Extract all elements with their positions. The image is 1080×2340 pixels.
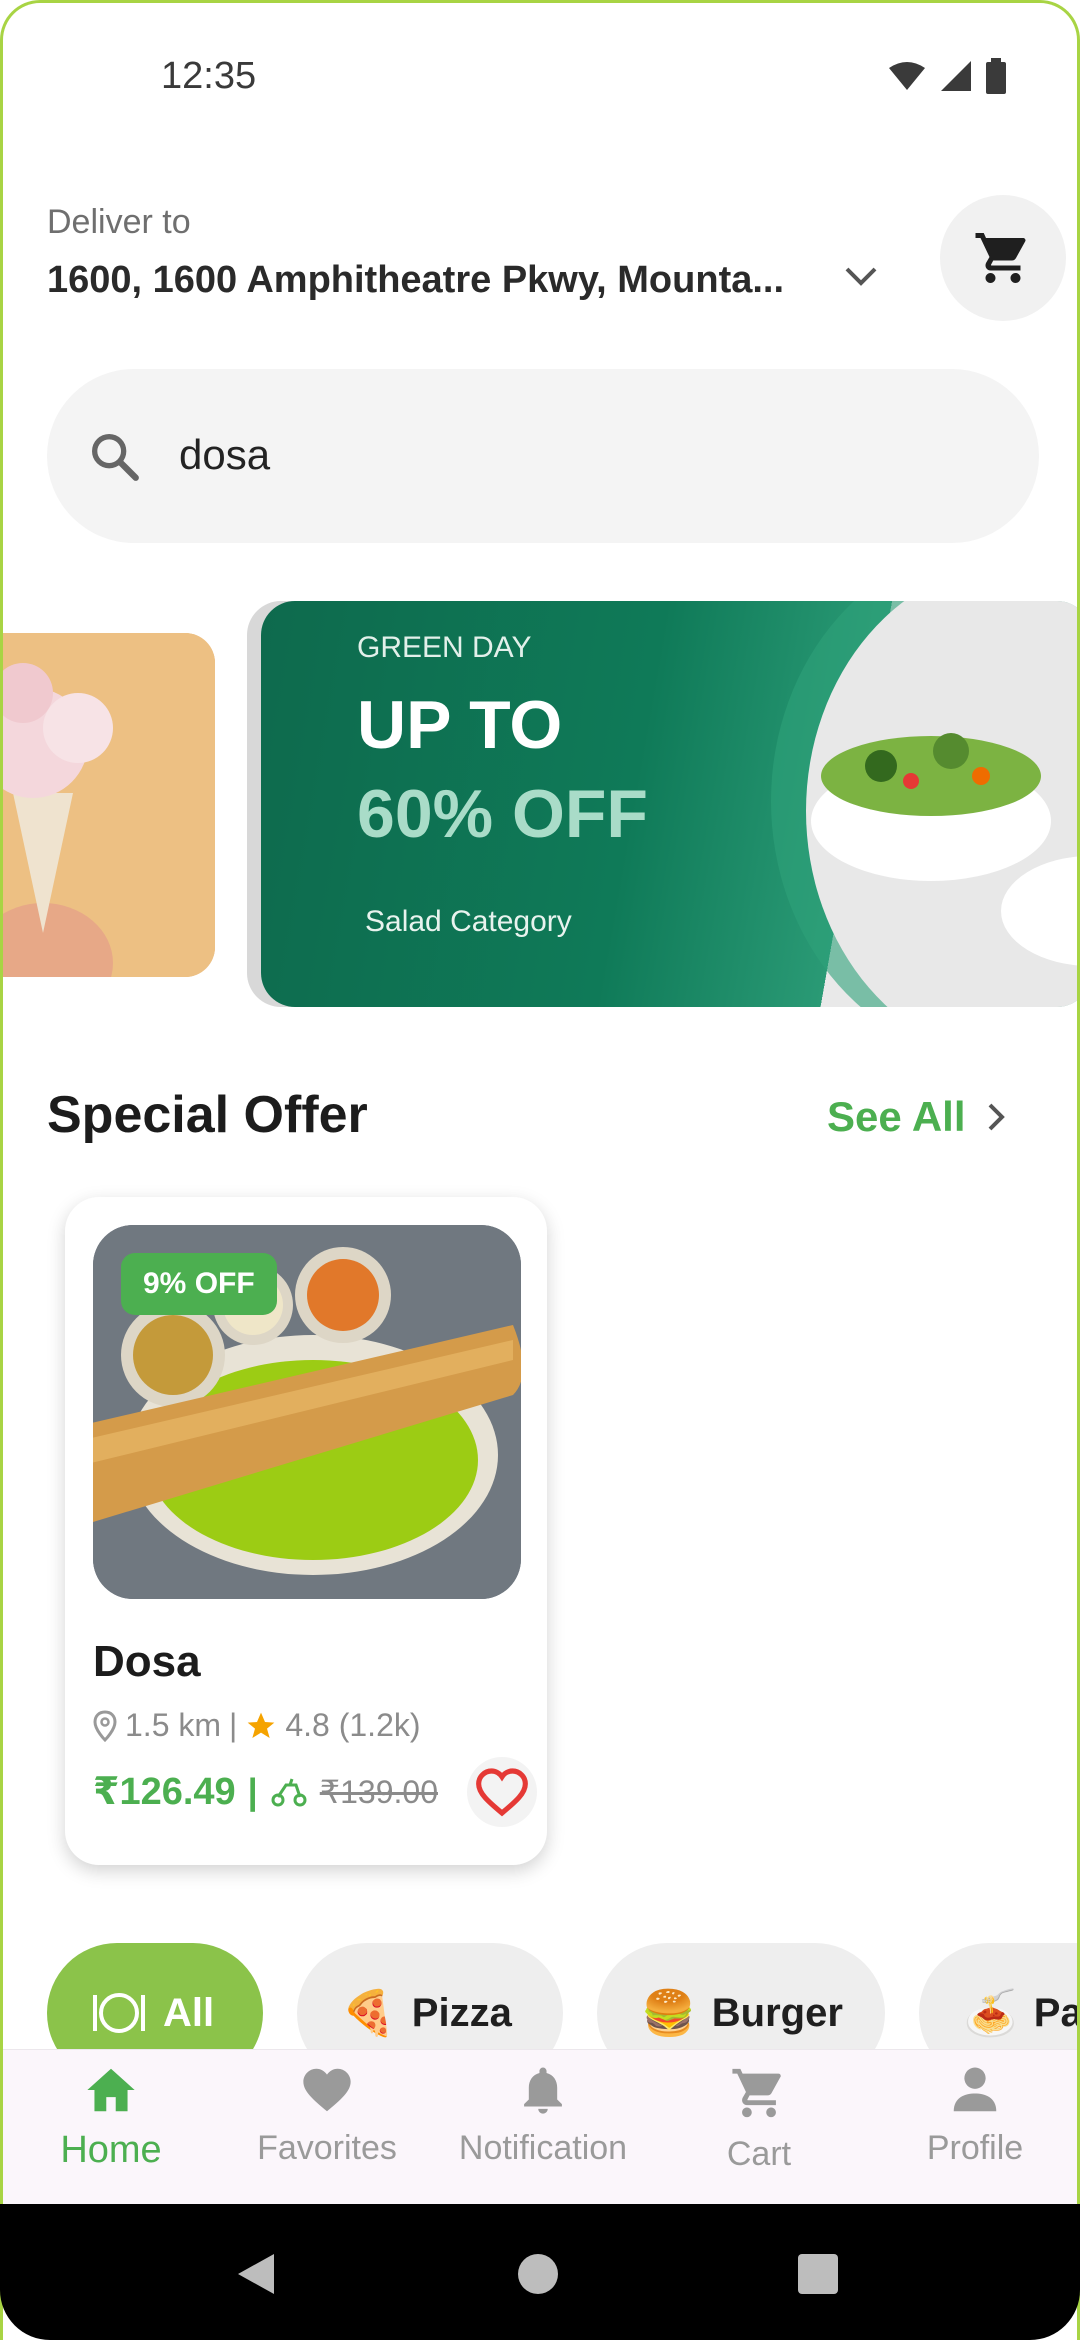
battery-icon <box>986 58 1006 94</box>
pizza-icon: 🍕 <box>341 1989 396 2038</box>
recents-icon[interactable] <box>798 2254 838 2294</box>
star-icon <box>248 1712 275 1738</box>
search-icon <box>92 434 139 481</box>
ice-cream-banner[interactable] <box>3 633 215 977</box>
plate-icon <box>93 1993 145 2033</box>
banner-headline-2: 60% OFF <box>357 776 648 852</box>
promo-banner[interactable]: GREEN DAY UP TO 60% OFF Salad Category <box>261 601 1077 1007</box>
banner-headline-1: UP TO <box>357 687 563 763</box>
chevron-down-icon[interactable] <box>843 265 879 289</box>
nav-profile[interactable]: Profile <box>867 2064 1077 2168</box>
heart-icon <box>303 2068 351 2112</box>
see-all-link[interactable]: See All <box>827 1093 1006 1141</box>
nav-cart[interactable]: Cart <box>651 2064 867 2174</box>
deliver-to-label: Deliver to <box>47 203 191 241</box>
item-distance: 1.5 km <box>125 1707 222 1743</box>
offer-card[interactable]: 9% OFF Dosa 1.5 km | 4.8 (1.2k) ₹126.49 … <box>65 1197 547 1865</box>
nav-home[interactable]: Home <box>3 2064 219 2172</box>
price-row: ₹126.49 | ₹139.00 <box>93 1769 438 1814</box>
chip-label: Pizza <box>411 1990 512 2035</box>
meta-separator: | <box>229 1707 238 1743</box>
cart-icon <box>732 2068 781 2118</box>
discount-badge: 9% OFF <box>121 1253 277 1315</box>
nav-label: Cart <box>726 2135 792 2173</box>
bottom-navigation: Home Favorites Notification Cart Profile <box>3 2049 1077 2208</box>
nav-label: Profile <box>926 2129 1024 2167</box>
status-time: 12:35 <box>161 55 257 97</box>
favorite-button[interactable] <box>467 1757 537 1827</box>
signal-icon <box>941 61 971 91</box>
home-icon <box>87 2068 135 2112</box>
see-all-label: See All <box>827 1093 966 1140</box>
location-pin-icon <box>93 1709 117 1742</box>
delivery-address[interactable]: 1600, 1600 Amphitheatre Pkwy, Mounta... <box>47 259 784 302</box>
section-title: Special Offer <box>47 1086 368 1144</box>
dosa-image: 9% OFF <box>93 1225 521 1599</box>
app-screen: 12:35 Deliver to 1600, 1600 Amphitheatre… <box>0 0 1080 2340</box>
delivery-scooter-icon <box>271 1778 307 1806</box>
item-meta: 1.5 km | 4.8 (1.2k) <box>93 1707 421 1744</box>
heart-outline-icon <box>476 1768 528 1817</box>
chevron-right-icon <box>988 1103 1005 1131</box>
bell-icon <box>524 2067 562 2114</box>
banner-subtitle: Salad Category <box>365 905 572 938</box>
wifi-icon <box>889 62 925 90</box>
pasta-icon: 🍝 <box>963 1989 1018 2038</box>
home-button-icon[interactable] <box>518 2254 558 2294</box>
nav-favorites[interactable]: Favorites <box>219 2064 435 2168</box>
status-icons <box>887 58 1007 94</box>
header-cart-button[interactable] <box>940 195 1066 321</box>
chip-label: All <box>163 1990 215 2035</box>
system-navigation-bar <box>0 2204 1080 2340</box>
nav-label: Home <box>60 2129 162 2171</box>
search-input[interactable]: dosa <box>179 431 270 479</box>
item-name: Dosa <box>93 1637 201 1686</box>
nav-label: Notification <box>458 2129 628 2167</box>
chip-label: Pa <box>1033 1990 1080 2035</box>
banner-tag: GREEN DAY <box>357 631 532 664</box>
item-rating: 4.8 (1.2k) <box>285 1707 421 1743</box>
ice-cream-image <box>3 633 215 977</box>
back-icon[interactable] <box>236 2252 276 2296</box>
chip-label: Burger <box>711 1990 843 2035</box>
item-price: ₹126.49 <box>93 1771 236 1813</box>
nav-label: Favorites <box>257 2129 397 2167</box>
salad-image <box>771 601 1077 1007</box>
price-separator: | <box>247 1770 258 1812</box>
item-old-price: ₹139.00 <box>319 1773 438 1810</box>
nav-notification[interactable]: Notification <box>435 2064 651 2168</box>
search-bar[interactable]: dosa <box>47 369 1039 543</box>
person-icon <box>953 2067 997 2112</box>
burger-icon: 🍔 <box>641 1989 696 2038</box>
cart-icon <box>975 233 1026 283</box>
